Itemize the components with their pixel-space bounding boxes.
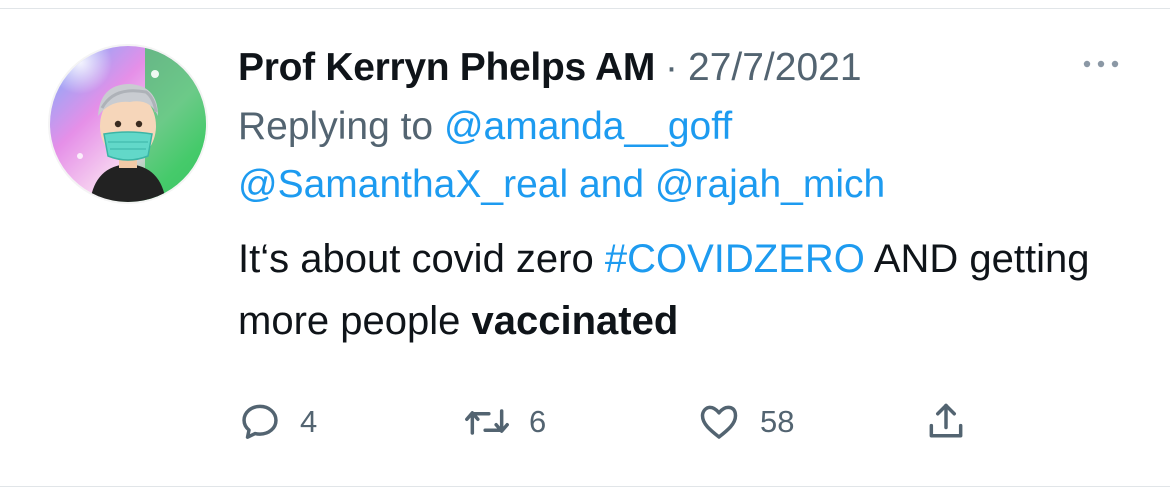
tweet-header: Prof Kerryn Phelps AM · 27/7/2021 bbox=[238, 38, 1138, 98]
tweet-actions: 4 6 58 bbox=[238, 394, 1038, 450]
author-name[interactable]: Prof Kerryn Phelps AM bbox=[238, 46, 655, 90]
like-button[interactable]: 58 bbox=[696, 394, 794, 450]
tweet-content: Prof Kerryn Phelps AM · 27/7/2021 Replyi… bbox=[238, 38, 1138, 439]
share-upload-icon bbox=[929, 403, 963, 438]
heart-icon bbox=[700, 405, 738, 439]
more-horizontal-icon bbox=[1083, 60, 1119, 68]
memoji-avatar-image bbox=[50, 46, 206, 202]
tweet-text-part: It‘s about covid zero bbox=[238, 237, 605, 281]
bottom-divider bbox=[0, 486, 1170, 487]
more-options-button[interactable] bbox=[1078, 46, 1124, 82]
hashtag-link[interactable]: #COVIDZERO bbox=[605, 237, 865, 281]
replying-to-line: Replying to @amanda__goff bbox=[238, 98, 1138, 156]
retweet-button[interactable]: 6 bbox=[463, 394, 546, 450]
author-avatar[interactable] bbox=[50, 46, 206, 202]
mention-link[interactable]: @SamanthaX_real bbox=[238, 163, 568, 206]
retweet-count: 6 bbox=[529, 404, 547, 439]
mention-link[interactable]: @rajah_mich bbox=[655, 163, 885, 206]
mentions-joiner: and bbox=[568, 163, 655, 206]
top-divider bbox=[0, 8, 1170, 9]
replying-to-line-2: @SamanthaX_real and @rajah_mich bbox=[238, 156, 1138, 214]
mention-link[interactable]: @amanda__goff bbox=[444, 105, 732, 148]
header-separator: · bbox=[665, 46, 679, 89]
tweet-date[interactable]: 27/7/2021 bbox=[688, 46, 862, 90]
tweet-text: It‘s about covid zero #COVIDZERO AND get… bbox=[238, 228, 1138, 352]
retweet-arrows-icon bbox=[465, 409, 509, 435]
tweet-text-bold: vaccinated bbox=[471, 299, 679, 343]
reply-count: 4 bbox=[300, 404, 318, 439]
share-button[interactable] bbox=[924, 394, 968, 450]
like-count: 58 bbox=[760, 404, 795, 439]
reply-button[interactable]: 4 bbox=[238, 394, 317, 450]
speech-bubble-icon bbox=[242, 404, 278, 439]
replying-to-label: Replying to bbox=[238, 105, 444, 148]
